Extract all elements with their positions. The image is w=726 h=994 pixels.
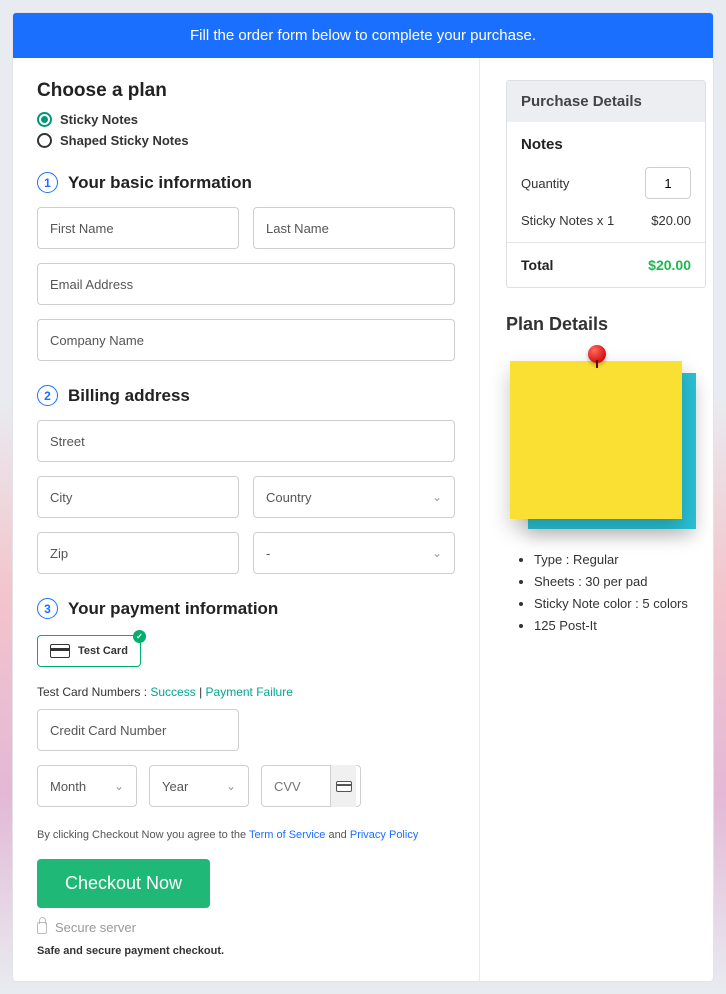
step-basic-info: 1 Your basic information: [37, 172, 455, 361]
company-input[interactable]: [37, 319, 455, 361]
payment-failure-link[interactable]: Payment Failure: [206, 685, 293, 699]
plan-heading: Choose a plan: [37, 80, 455, 102]
plan-details-heading: Plan Details: [506, 314, 706, 335]
safe-note: Safe and secure payment checkout.: [37, 945, 455, 957]
tos-link[interactable]: Term of Service: [249, 829, 325, 841]
line-item-price: $20.00: [651, 213, 691, 228]
total-label: Total: [521, 257, 553, 273]
plan-option-label: Sticky Notes: [60, 112, 138, 127]
month-label: Month: [50, 779, 86, 794]
line-item-label: Sticky Notes x 1: [521, 213, 614, 228]
chevron-down-icon: ⌄: [432, 546, 442, 560]
country-select[interactable]: Country ⌄: [253, 476, 455, 518]
cvv-input[interactable]: [274, 779, 330, 794]
cvv-field[interactable]: [261, 765, 361, 807]
list-item: Sheets : 30 per pad: [534, 571, 706, 593]
first-name-input[interactable]: [37, 207, 239, 249]
step-number-icon: 2: [37, 385, 58, 406]
check-badge-icon: ✓: [133, 630, 146, 643]
step-title: Your payment information: [68, 599, 278, 619]
secure-row: Secure server: [37, 920, 455, 935]
radio-selected-icon: [37, 112, 52, 127]
order-card: Fill the order form below to complete yo…: [12, 12, 714, 982]
list-item: Sticky Note color : 5 colors: [534, 593, 706, 615]
summary-heading: Purchase Details: [507, 81, 705, 122]
state-label: -: [266, 546, 270, 561]
year-label: Year: [162, 779, 188, 794]
list-item: 125 Post-It: [534, 615, 706, 637]
step-payment: 3 Your payment information Test Card ✓ T…: [37, 598, 455, 807]
country-label: Country: [266, 490, 312, 505]
step-number-icon: 1: [37, 172, 58, 193]
step-number-icon: 3: [37, 598, 58, 619]
payment-method-label: Test Card: [78, 645, 128, 657]
state-select[interactable]: - ⌄: [253, 532, 455, 574]
email-input[interactable]: [37, 263, 455, 305]
lock-icon: [37, 922, 47, 934]
plan-details-list: Type : Regular Sheets : 30 per pad Stick…: [506, 549, 706, 637]
purchase-summary: Purchase Details Notes Quantity Sticky N…: [506, 80, 706, 288]
secure-label: Secure server: [55, 920, 136, 935]
city-input[interactable]: [37, 476, 239, 518]
notes-heading: Notes: [521, 136, 691, 153]
zip-input[interactable]: [37, 532, 239, 574]
chevron-down-icon: ⌄: [432, 490, 442, 504]
success-link[interactable]: Success: [150, 685, 195, 699]
yellow-note-icon: [510, 361, 682, 519]
street-input[interactable]: [37, 420, 455, 462]
checkout-button[interactable]: Checkout Now: [37, 859, 210, 908]
left-column: Choose a plan Sticky Notes Shaped Sticky…: [13, 58, 480, 981]
content: Choose a plan Sticky Notes Shaped Sticky…: [13, 58, 713, 981]
banner: Fill the order form below to complete yo…: [13, 13, 713, 58]
step-title: Billing address: [68, 386, 190, 406]
last-name-input[interactable]: [253, 207, 455, 249]
quantity-input[interactable]: [645, 167, 691, 199]
quantity-label: Quantity: [521, 176, 569, 191]
radio-unselected-icon: [37, 133, 52, 148]
legal-text: By clicking Checkout Now you agree to th…: [37, 829, 455, 841]
privacy-link[interactable]: Privacy Policy: [350, 829, 418, 841]
chevron-down-icon: ⌄: [226, 779, 236, 793]
exp-year-select[interactable]: Year ⌄: [149, 765, 249, 807]
plan-option-sticky-notes[interactable]: Sticky Notes: [37, 112, 455, 127]
step-billing: 2 Billing address Country ⌄ -: [37, 385, 455, 574]
plan-option-shaped-sticky-notes[interactable]: Shaped Sticky Notes: [37, 133, 455, 148]
sticky-note-illustration: [506, 349, 706, 539]
right-column: Purchase Details Notes Quantity Sticky N…: [480, 58, 714, 981]
test-card-helper: Test Card Numbers : Success | Payment Fa…: [37, 685, 455, 699]
card-number-input[interactable]: [37, 709, 239, 751]
credit-card-icon: [50, 644, 70, 658]
card-back-icon: [330, 765, 356, 807]
chevron-down-icon: ⌄: [114, 779, 124, 793]
step-title: Your basic information: [68, 173, 252, 193]
push-pin-icon: [588, 345, 612, 369]
list-item: Type : Regular: [534, 549, 706, 571]
exp-month-select[interactable]: Month ⌄: [37, 765, 137, 807]
plan-option-label: Shaped Sticky Notes: [60, 133, 189, 148]
payment-method-card[interactable]: Test Card ✓: [37, 635, 141, 667]
total-price: $20.00: [648, 257, 691, 273]
